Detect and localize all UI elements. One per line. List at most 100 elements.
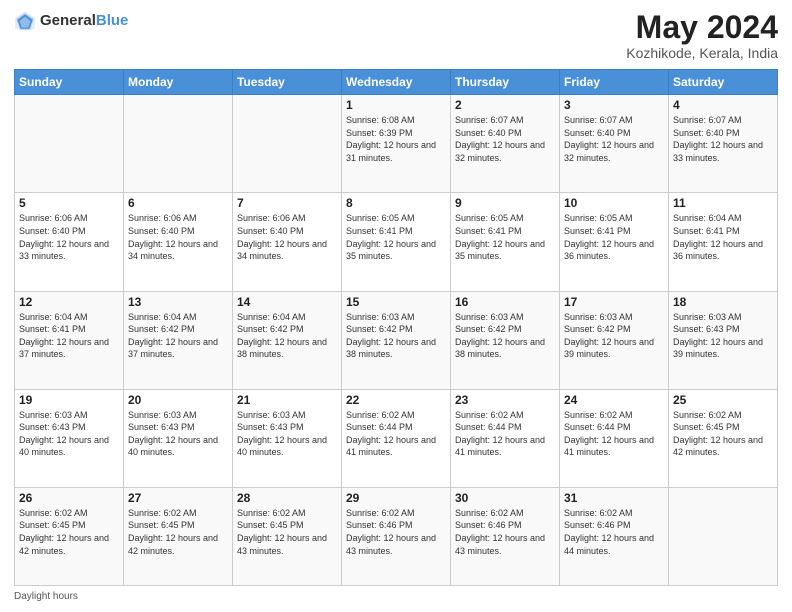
day-number: 13 <box>128 295 228 309</box>
calendar-table: SundayMondayTuesdayWednesdayThursdayFrid… <box>14 69 778 586</box>
day-info: Sunrise: 6:07 AMSunset: 6:40 PMDaylight:… <box>455 114 555 164</box>
day-number: 2 <box>455 98 555 112</box>
calendar-day-cell: 31 Sunrise: 6:02 AMSunset: 6:46 PMDayligh… <box>560 487 669 585</box>
weekday-header: Tuesday <box>233 70 342 95</box>
calendar-day-cell <box>233 95 342 193</box>
day-info: Sunrise: 6:03 AMSunset: 6:43 PMDaylight:… <box>128 409 228 459</box>
day-number: 17 <box>564 295 664 309</box>
calendar-day-cell: 1Sunrise: 6:08 AMSunset: 6:39 PMDaylight… <box>342 95 451 193</box>
calendar-day-cell: 23Sunrise: 6:02 AMSunset: 6:44 PMDayligh… <box>451 389 560 487</box>
footer-label: Daylight hours <box>14 591 78 602</box>
day-info: Sunrise: 6:03 AMSunset: 6:43 PMDaylight:… <box>237 409 337 459</box>
calendar-week-row: 26 Sunrise: 6:02 AMSunset: 6:45 PMDayligh… <box>15 487 778 585</box>
day-info: Sunrise: 6:02 AMSunset: 6:45 PMDaylight:… <box>19 507 119 557</box>
calendar-day-cell: 10 Sunrise: 6:05 AMSunset: 6:41 PMDayligh… <box>560 193 669 291</box>
weekday-header: Thursday <box>451 70 560 95</box>
calendar-day-cell: 26 Sunrise: 6:02 AMSunset: 6:45 PMDayligh… <box>15 487 124 585</box>
weekday-header-row: SundayMondayTuesdayWednesdayThursdayFrid… <box>15 70 778 95</box>
calendar-week-row: 1Sunrise: 6:08 AMSunset: 6:39 PMDaylight… <box>15 95 778 193</box>
day-info: Sunrise: 6:03 AMSunset: 6:43 PMDaylight:… <box>19 409 119 459</box>
calendar-day-cell: 3 Sunrise: 6:07 AMSunset: 6:40 PMDaylight… <box>560 95 669 193</box>
day-info: Sunrise: 6:05 AMSunset: 6:41 PMDaylight:… <box>455 212 555 262</box>
day-number: 21 <box>237 393 337 407</box>
page: GeneralBlue May 2024 Kozhikode, Kerala, … <box>0 0 792 612</box>
calendar-day-cell: 19 Sunrise: 6:03 AMSunset: 6:43 PMDayligh… <box>15 389 124 487</box>
day-info: Sunrise: 6:04 AMSunset: 6:42 PMDaylight:… <box>237 311 337 361</box>
day-number: 15 <box>346 295 446 309</box>
calendar-day-cell: 14Sunrise: 6:04 AMSunset: 6:42 PMDayligh… <box>233 291 342 389</box>
day-number: 30 <box>455 491 555 505</box>
logo-icon <box>14 10 36 32</box>
calendar-day-cell: 24Sunrise: 6:02 AMSunset: 6:44 PMDayligh… <box>560 389 669 487</box>
day-info: Sunrise: 6:06 AMSunset: 6:40 PMDaylight:… <box>128 212 228 262</box>
weekday-header: Sunday <box>15 70 124 95</box>
calendar-day-cell <box>669 487 778 585</box>
day-info: Sunrise: 6:04 AMSunset: 6:41 PMDaylight:… <box>673 212 773 262</box>
calendar-day-cell: 25Sunrise: 6:02 AMSunset: 6:45 PMDayligh… <box>669 389 778 487</box>
calendar-day-cell: 16 Sunrise: 6:03 AMSunset: 6:42 PMDayligh… <box>451 291 560 389</box>
day-info: Sunrise: 6:02 AMSunset: 6:45 PMDaylight:… <box>237 507 337 557</box>
calendar-day-cell: 4 Sunrise: 6:07 AMSunset: 6:40 PMDaylight… <box>669 95 778 193</box>
calendar-day-cell: 2 Sunrise: 6:07 AMSunset: 6:40 PMDaylight… <box>451 95 560 193</box>
weekday-header: Saturday <box>669 70 778 95</box>
day-info: Sunrise: 6:02 AMSunset: 6:45 PMDaylight:… <box>128 507 228 557</box>
day-number: 23 <box>455 393 555 407</box>
day-number: 10 <box>564 196 664 210</box>
day-number: 6 <box>128 196 228 210</box>
day-number: 28 <box>237 491 337 505</box>
day-number: 5 <box>19 196 119 210</box>
logo-text: GeneralBlue <box>40 12 128 30</box>
day-info: Sunrise: 6:02 AMSunset: 6:46 PMDaylight:… <box>455 507 555 557</box>
calendar-day-cell: 17 Sunrise: 6:03 AMSunset: 6:42 PMDayligh… <box>560 291 669 389</box>
calendar-day-cell: 30 Sunrise: 6:02 AMSunset: 6:46 PMDayligh… <box>451 487 560 585</box>
footer: Daylight hours <box>14 591 778 602</box>
calendar-day-cell: 6 Sunrise: 6:06 AMSunset: 6:40 PMDaylight… <box>124 193 233 291</box>
weekday-header: Wednesday <box>342 70 451 95</box>
calendar-day-cell: 5Sunrise: 6:06 AMSunset: 6:40 PMDaylight… <box>15 193 124 291</box>
day-number: 7 <box>237 196 337 210</box>
day-number: 24 <box>564 393 664 407</box>
calendar-week-row: 19 Sunrise: 6:03 AMSunset: 6:43 PMDayligh… <box>15 389 778 487</box>
day-number: 31 <box>564 491 664 505</box>
title-block: May 2024 Kozhikode, Kerala, India <box>626 10 778 61</box>
day-number: 29 <box>346 491 446 505</box>
day-info: Sunrise: 6:03 AMSunset: 6:42 PMDaylight:… <box>346 311 446 361</box>
calendar-day-cell: 9Sunrise: 6:05 AMSunset: 6:41 PMDaylight… <box>451 193 560 291</box>
day-info: Sunrise: 6:02 AMSunset: 6:46 PMDaylight:… <box>564 507 664 557</box>
header: GeneralBlue May 2024 Kozhikode, Kerala, … <box>14 10 778 61</box>
day-number: 20 <box>128 393 228 407</box>
logo-general: General <box>40 12 96 29</box>
day-info: Sunrise: 6:07 AMSunset: 6:40 PMDaylight:… <box>673 114 773 164</box>
day-info: Sunrise: 6:03 AMSunset: 6:42 PMDaylight:… <box>455 311 555 361</box>
calendar-day-cell: 27Sunrise: 6:02 AMSunset: 6:45 PMDayligh… <box>124 487 233 585</box>
day-number: 4 <box>673 98 773 112</box>
day-number: 3 <box>564 98 664 112</box>
day-number: 26 <box>19 491 119 505</box>
day-info: Sunrise: 6:04 AMSunset: 6:41 PMDaylight:… <box>19 311 119 361</box>
calendar-day-cell: 13 Sunrise: 6:04 AMSunset: 6:42 PMDayligh… <box>124 291 233 389</box>
day-number: 8 <box>346 196 446 210</box>
day-info: Sunrise: 6:04 AMSunset: 6:42 PMDaylight:… <box>128 311 228 361</box>
calendar-day-cell: 7 Sunrise: 6:06 AMSunset: 6:40 PMDaylight… <box>233 193 342 291</box>
day-number: 12 <box>19 295 119 309</box>
calendar-day-cell: 29Sunrise: 6:02 AMSunset: 6:46 PMDayligh… <box>342 487 451 585</box>
day-info: Sunrise: 6:05 AMSunset: 6:41 PMDaylight:… <box>346 212 446 262</box>
calendar-week-row: 5 Sunrise: 6:06 AMSunset: 6:40 PMDaylight… <box>15 193 778 291</box>
title-location: Kozhikode, Kerala, India <box>626 45 778 61</box>
weekday-header: Monday <box>124 70 233 95</box>
logo-blue: Blue <box>96 12 129 29</box>
day-number: 19 <box>19 393 119 407</box>
calendar-day-cell: 18Sunrise: 6:03 AMSunset: 6:43 PMDayligh… <box>669 291 778 389</box>
calendar-day-cell: 11Sunrise: 6:04 AMSunset: 6:41 PMDayligh… <box>669 193 778 291</box>
day-info: Sunrise: 6:06 AMSunset: 6:40 PMDaylight:… <box>237 212 337 262</box>
day-number: 16 <box>455 295 555 309</box>
day-info: Sunrise: 6:05 AMSunset: 6:41 PMDaylight:… <box>564 212 664 262</box>
day-info: Sunrise: 6:02 AMSunset: 6:45 PMDaylight:… <box>673 409 773 459</box>
day-info: Sunrise: 6:07 AMSunset: 6:40 PMDaylight:… <box>564 114 664 164</box>
calendar-day-cell: 28 Sunrise: 6:02 AMSunset: 6:45 PMDayligh… <box>233 487 342 585</box>
calendar-day-cell: 12 Sunrise: 6:04 AMSunset: 6:41 PMDayligh… <box>15 291 124 389</box>
day-info: Sunrise: 6:03 AMSunset: 6:42 PMDaylight:… <box>564 311 664 361</box>
day-number: 18 <box>673 295 773 309</box>
weekday-header: Friday <box>560 70 669 95</box>
calendar-day-cell <box>124 95 233 193</box>
